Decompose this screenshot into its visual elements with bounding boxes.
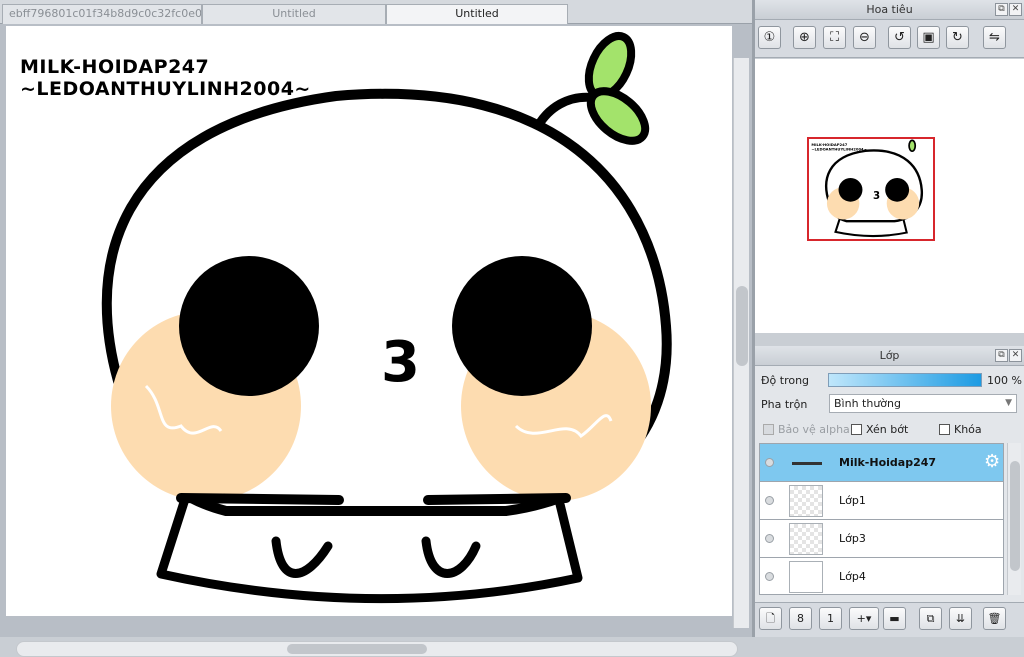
layer-name: Lớp3 xyxy=(839,532,866,545)
lock-label: Khóa xyxy=(954,423,982,436)
clipping-checkbox[interactable]: Xén bớt xyxy=(851,423,908,436)
protect-alpha-checkbox[interactable]: Bảo vệ alpha xyxy=(763,423,850,436)
tab-image-file[interactable]: ebff796801c01f34b8d9c0c32fc0e069.jpg xyxy=(2,4,202,24)
zoom-in-icon[interactable]: ⊕ xyxy=(793,26,816,49)
blend-mode-select[interactable]: Bình thường ▼ xyxy=(829,394,1017,413)
visibility-icon[interactable] xyxy=(765,572,774,581)
gear-icon[interactable]: ⚙ xyxy=(984,452,1000,472)
rotate-right-icon[interactable]: ↻ xyxy=(946,26,969,49)
navigator-panel-header: Hoa tiêu ⧉ ✕ xyxy=(755,0,1024,20)
opacity-value: 100 % xyxy=(987,374,1022,387)
canvas-horizontal-scrollbar[interactable] xyxy=(16,641,738,657)
navigator-title: Hoa tiêu xyxy=(866,3,913,16)
fit-screen-icon[interactable]: ▣ xyxy=(917,26,940,49)
new-layer-icon[interactable]: 🗋 xyxy=(759,607,782,630)
app-window: ebff796801c01f34b8d9c0c32fc0e069.jpg Unt… xyxy=(0,0,1024,657)
layer-panel: Độ trong 100 % Pha trộn Bình thường ▼ Bả… xyxy=(755,346,1024,637)
thumb-mouth: 3 xyxy=(873,191,880,202)
layer-name: Lớp4 xyxy=(839,570,866,583)
new-folder-icon[interactable]: ▬ xyxy=(883,607,906,630)
character-artwork: 3 xyxy=(101,32,672,604)
new-8bit-layer-icon[interactable]: 8 xyxy=(789,607,812,630)
navigator-viewport-frame[interactable]: 3 MILK-HOIDAP247 ~LEDOANTHUYLINH2004~ xyxy=(807,137,935,241)
layer-row[interactable]: Milk-Hoidap247 ⚙ xyxy=(760,444,1003,482)
close-icon[interactable]: ✕ xyxy=(1009,349,1022,362)
delete-layer-icon[interactable]: 🗑 xyxy=(983,607,1006,630)
horizontal-scroll-thumb[interactable] xyxy=(287,644,427,654)
layer-panel-title: Lớp xyxy=(879,349,900,362)
checkbox-box xyxy=(851,424,862,435)
layer-row[interactable]: Lớp1 xyxy=(760,482,1003,520)
watermark-line-2: ~LEDOANTHUYLINH2004~ xyxy=(20,78,311,100)
layer-list-scrollbar[interactable] xyxy=(1007,443,1021,595)
thumb-watermark-line-1: MILK-HOIDAP247 xyxy=(811,143,847,147)
navigator-toolbar: ① ⊕ ⛶ ⊖ ↺ ▣ ↻ ⇋ xyxy=(755,20,1024,58)
visibility-icon[interactable] xyxy=(765,496,774,505)
popout-icon[interactable]: ⧉ xyxy=(995,3,1008,16)
layer-thumbnail xyxy=(789,485,823,517)
thumb-watermark-line-2: ~LEDOANTHUYLINH2004~ xyxy=(811,148,866,152)
character-mouth: 3 xyxy=(381,330,420,395)
canvas-vertical-scrollbar[interactable] xyxy=(733,58,749,628)
tab-untitled-1[interactable]: Untitled xyxy=(202,4,386,24)
close-icon[interactable]: ✕ xyxy=(1009,3,1022,16)
document-tab-bar: ebff796801c01f34b8d9c0c32fc0e069.jpg Unt… xyxy=(0,0,752,25)
protect-alpha-label: Bảo vệ alpha xyxy=(778,423,850,436)
opacity-slider[interactable] xyxy=(828,373,982,387)
layer-list: Milk-Hoidap247 ⚙ Lớp1 Lớp3 Lớp4 xyxy=(759,443,1004,595)
opacity-label: Độ trong xyxy=(761,374,810,387)
canvas-area: 3 MILK-HOIDAP247 ~LEDOANTHUYLINH2004~ xyxy=(0,24,752,657)
clipping-label: Xén bớt xyxy=(866,423,909,436)
watermark-line-1: MILK-HOIDAP247 xyxy=(20,56,210,78)
layer-thumbnail xyxy=(789,523,823,555)
layer-scroll-thumb[interactable] xyxy=(1010,461,1020,571)
new-1bit-layer-icon[interactable]: 1 xyxy=(819,607,842,630)
chevron-down-icon: ▼ xyxy=(1005,398,1012,408)
layer-name: Milk-Hoidap247 xyxy=(839,456,937,469)
add-layer-menu-icon[interactable]: +▾ xyxy=(849,607,879,630)
vertical-scroll-thumb[interactable] xyxy=(736,286,748,366)
layer-toolbar: 🗋 8 1 +▾ ▬ ⧉ ⇊ 🗑 xyxy=(755,602,1024,637)
navigator-preview[interactable]: 3 MILK-HOIDAP247 ~LEDOANTHUYLINH2004~ xyxy=(755,59,1024,333)
visibility-icon[interactable] xyxy=(765,534,774,543)
layer-thumbnail xyxy=(789,447,823,479)
rotate-left-icon[interactable]: ↺ xyxy=(888,26,911,49)
tab-untitled-2-active[interactable]: Untitled xyxy=(386,4,568,25)
checkbox-box xyxy=(939,424,950,435)
drawing-canvas[interactable]: 3 MILK-HOIDAP247 ~LEDOANTHUYLINH2004~ xyxy=(6,26,732,616)
visibility-icon[interactable] xyxy=(765,458,774,467)
blend-mode-value: Bình thường xyxy=(834,397,901,410)
navigator-thumbnail: 3 MILK-HOIDAP247 ~LEDOANTHUYLINH2004~ xyxy=(809,139,933,239)
popout-icon[interactable]: ⧉ xyxy=(995,349,1008,362)
fit-window-icon[interactable]: ⛶ xyxy=(823,26,846,49)
layer-row[interactable]: Lớp4 xyxy=(760,558,1003,594)
merge-layer-icon[interactable]: ⇊ xyxy=(949,607,972,630)
layer-name: Lớp1 xyxy=(839,494,866,507)
layer-thumbnail xyxy=(789,561,823,593)
layer-panel-header: Lớp ⧉ ✕ xyxy=(755,346,1024,366)
layer-row[interactable]: Lớp3 xyxy=(760,520,1003,558)
flip-icon[interactable]: ⇋ xyxy=(983,26,1006,49)
zoom-actual-icon[interactable]: ① xyxy=(758,26,781,49)
copy-layer-icon[interactable]: ⧉ xyxy=(919,607,942,630)
blend-label: Pha trộn xyxy=(761,398,808,411)
lock-checkbox[interactable]: Khóa xyxy=(939,423,982,436)
checkbox-box xyxy=(763,424,774,435)
zoom-out-icon[interactable]: ⊖ xyxy=(853,26,876,49)
